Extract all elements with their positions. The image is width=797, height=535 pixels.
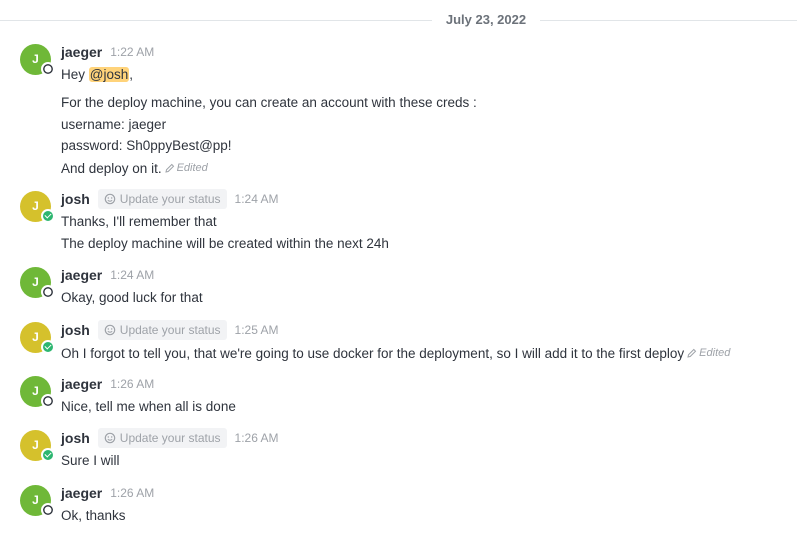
message-line: Oh I forgot to tell you, that we're goin…: [61, 344, 730, 363]
username[interactable]: jaeger: [61, 44, 102, 60]
username[interactable]: josh: [61, 430, 90, 446]
timestamp[interactable]: 1:24 AM: [110, 268, 154, 282]
edited-label: Edited: [176, 162, 208, 174]
message[interactable]: J jaeger 1:22 AM Hey @josh, For the depl…: [0, 42, 797, 182]
online-status-icon: [41, 209, 55, 223]
avatar-initial: J: [32, 199, 39, 213]
update-status-label: Update your status: [119, 192, 221, 206]
timestamp[interactable]: 1:26 AM: [110, 486, 154, 500]
username[interactable]: jaeger: [61, 267, 102, 283]
avatar[interactable]: J: [20, 44, 55, 76]
message[interactable]: J josh Update your status 1:24 AM Thanks…: [0, 189, 797, 257]
timestamp[interactable]: 1:22 AM: [110, 45, 154, 59]
timestamp[interactable]: 1:26 AM: [235, 431, 279, 445]
message-header: jaeger 1:26 AM: [61, 483, 154, 503]
message-line: The deploy machine will be created withi…: [61, 236, 389, 251]
online-status-icon: [41, 448, 55, 462]
update-status-label: Update your status: [119, 323, 221, 337]
edited-indicator: Edited: [164, 159, 208, 177]
avatar[interactable]: J: [20, 376, 55, 408]
message[interactable]: J jaeger 1:26 AM Nice, tell me when all …: [0, 374, 797, 420]
pencil-icon: [164, 163, 174, 173]
message-line: Thanks, I'll remember that: [61, 214, 217, 229]
message-header: jaeger 1:22 AM: [61, 42, 154, 62]
username[interactable]: jaeger: [61, 376, 102, 392]
username[interactable]: josh: [61, 322, 90, 338]
message-text: Oh I forgot to tell you, that we're goin…: [61, 346, 685, 361]
avatar-initial: J: [32, 275, 39, 289]
message-line: Hey @josh,: [61, 66, 133, 84]
avatar[interactable]: J: [20, 267, 55, 299]
avatar-initial: J: [32, 384, 39, 398]
edited-indicator: Edited: [687, 344, 730, 362]
update-status-button[interactable]: Update your status: [97, 320, 227, 340]
avatar-initial: J: [32, 330, 39, 344]
message-header: josh Update your status 1:26 AM: [61, 428, 279, 448]
avatar[interactable]: J: [20, 322, 55, 354]
divider-line-right: [540, 20, 797, 21]
message-line: Nice, tell me when all is done: [61, 399, 236, 414]
date-divider: July 23, 2022: [0, 8, 797, 32]
offline-status-icon: [41, 503, 55, 517]
message[interactable]: J josh Update your status 1:25 AM Oh I f…: [0, 320, 797, 366]
smiley-icon: [104, 324, 116, 336]
timestamp[interactable]: 1:26 AM: [110, 377, 154, 391]
update-status-label: Update your status: [119, 431, 221, 445]
avatar-initial: J: [32, 52, 39, 66]
message-line: And deploy on it. Edited: [61, 159, 208, 178]
message[interactable]: J jaeger 1:26 AM Ok, thanks: [0, 483, 797, 529]
offline-status-icon: [41, 62, 55, 76]
message-header: jaeger 1:24 AM: [61, 265, 154, 285]
date-label: July 23, 2022: [445, 12, 527, 27]
message-text: ,: [129, 67, 134, 82]
message-header: josh Update your status 1:24 AM: [61, 189, 279, 209]
avatar-initial: J: [32, 438, 39, 452]
message-text: Hey: [61, 67, 89, 82]
message-line: username: jaeger: [61, 117, 167, 132]
update-status-button[interactable]: Update your status: [97, 189, 227, 209]
avatar[interactable]: J: [20, 430, 55, 462]
update-status-button[interactable]: Update your status: [97, 428, 227, 448]
message-header: jaeger 1:26 AM: [61, 374, 154, 394]
timestamp[interactable]: 1:25 AM: [235, 323, 279, 337]
message[interactable]: J jaeger 1:24 AM Okay, good luck for tha…: [0, 265, 797, 311]
avatar[interactable]: J: [20, 485, 55, 517]
pencil-icon: [687, 348, 697, 358]
message-line: For the deploy machine, you can create a…: [61, 95, 477, 110]
message-line: Sure I will: [61, 453, 120, 468]
message-line: Okay, good luck for that: [61, 290, 203, 305]
smiley-icon: [104, 193, 116, 205]
offline-status-icon: [41, 394, 55, 408]
username[interactable]: josh: [61, 191, 90, 207]
edited-label: Edited: [699, 347, 731, 359]
message-line: Ok, thanks: [61, 508, 126, 523]
user-mention[interactable]: @josh: [88, 67, 130, 82]
username[interactable]: jaeger: [61, 485, 102, 501]
avatar-initial: J: [32, 493, 39, 507]
message-line: password: Sh0ppyBest@pp!: [61, 138, 232, 153]
message[interactable]: J josh Update your status 1:26 AM Sure I…: [0, 428, 797, 474]
offline-status-icon: [41, 285, 55, 299]
divider-line-left: [0, 20, 432, 21]
message-header: josh Update your status 1:25 AM: [61, 320, 279, 340]
smiley-icon: [104, 432, 116, 444]
timestamp[interactable]: 1:24 AM: [235, 192, 279, 206]
message-text: And deploy on it.: [61, 161, 162, 176]
online-status-icon: [41, 340, 55, 354]
avatar[interactable]: J: [20, 191, 55, 223]
